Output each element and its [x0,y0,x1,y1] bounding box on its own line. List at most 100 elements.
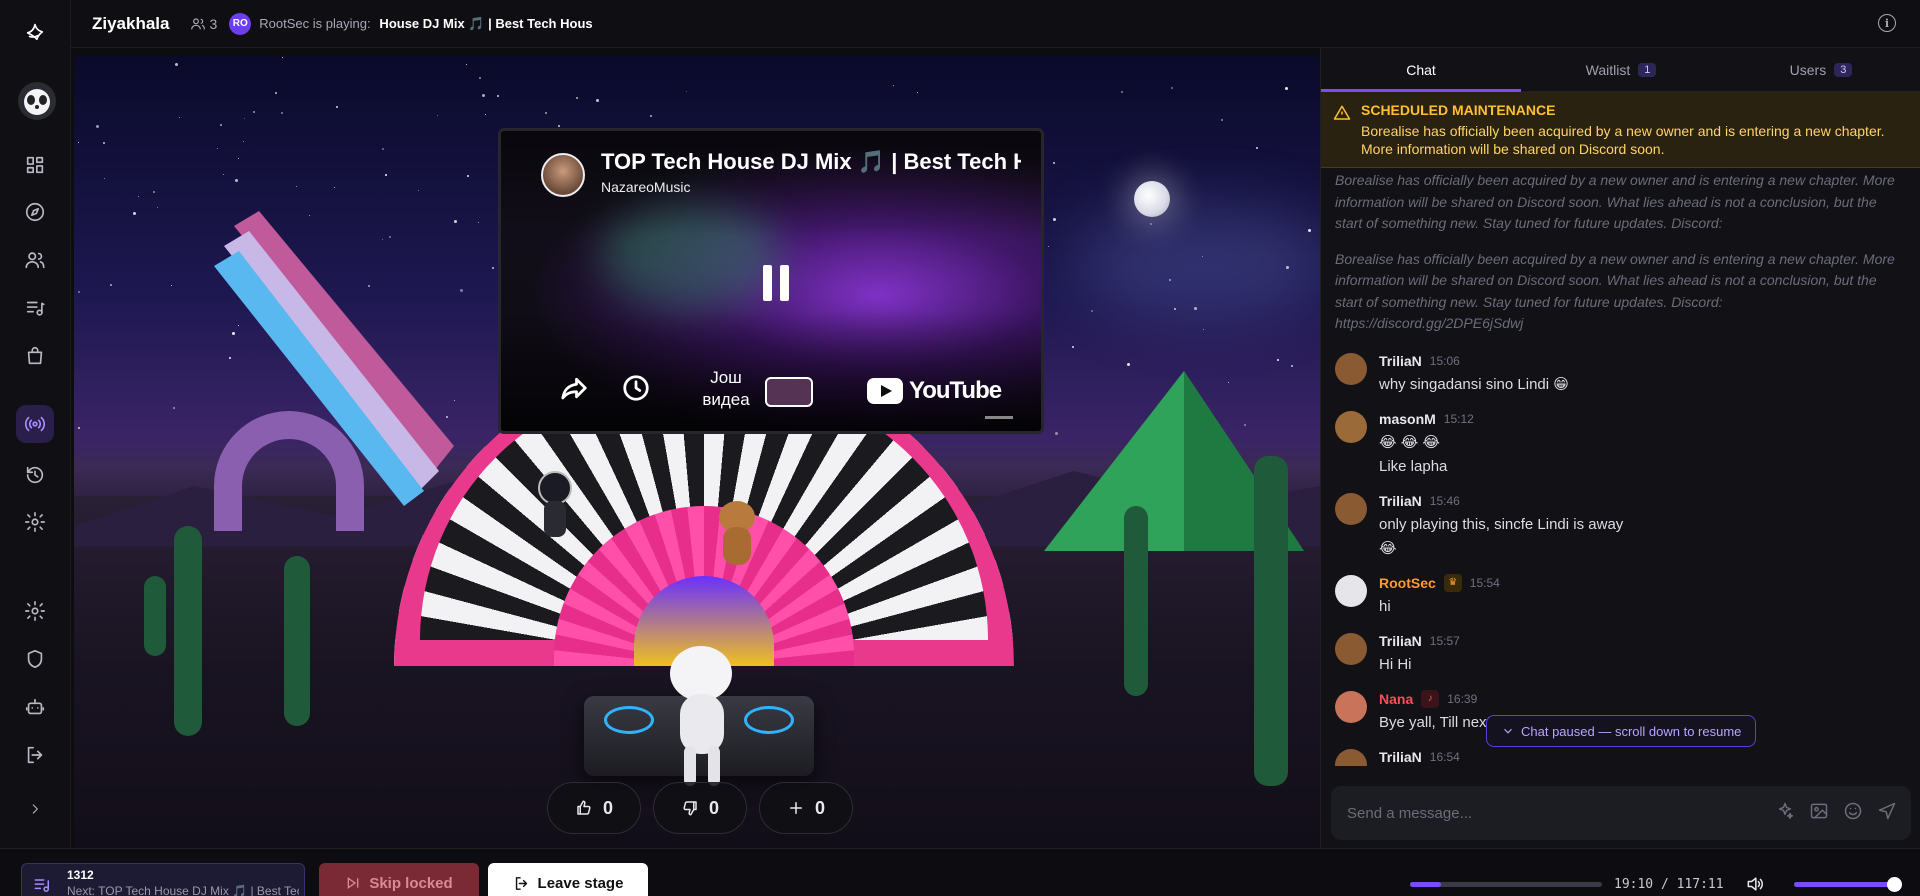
volume-knob[interactable] [1887,877,1902,892]
star [223,174,224,175]
user-avatar[interactable] [18,82,56,120]
bot-icon[interactable] [16,688,54,726]
avatar-emo-girl[interactable] [534,471,574,541]
playback-progress[interactable] [1410,882,1602,887]
chat-username[interactable]: TriliaN [1379,749,1422,765]
skip-icon [347,877,359,889]
watch-later-icon[interactable] [621,373,651,408]
history-icon[interactable] [16,456,54,494]
star [171,285,172,286]
sparkles-icon[interactable] [1775,801,1795,821]
video-title[interactable]: TOP Tech House DJ Mix 🎵 | Best Tech Hous… [601,149,1021,175]
info-icon[interactable]: i [1878,14,1896,32]
chat-username[interactable]: TriliaN [1379,633,1422,649]
tab-users[interactable]: Users 3 [1721,48,1920,91]
tab-chat[interactable]: Chat [1321,48,1521,92]
star [78,427,80,429]
timecode: 19:10 / 117:11 [1614,877,1724,892]
video-player[interactable]: TOP Tech House DJ Mix 🎵 | Best Tech Hous… [498,128,1044,434]
channel-avatar[interactable] [541,153,585,197]
chat-avatar[interactable] [1335,690,1367,723]
grab-button[interactable]: 0 [759,782,853,834]
borealise-logo-icon[interactable] [16,12,54,50]
room-settings-icon[interactable] [16,503,54,541]
chat-username[interactable]: Nana [1379,691,1413,707]
chat-message-meta: TriliaN 15:57 [1379,629,1920,653]
chat-message: RootSec ♛ 15:54 hi [1321,571,1920,619]
live-rooms-icon[interactable] [16,405,54,443]
star [482,94,485,97]
queue-button[interactable]: 1312 Next: TOP Tech House DJ Mix 🎵 | Bes… [21,863,305,896]
star [110,284,112,286]
more-videos-thumbnail[interactable] [765,377,813,407]
left-rail [0,0,71,896]
emoji-icon[interactable] [1843,801,1863,821]
cactus [174,526,202,736]
star [466,64,467,65]
star [385,174,387,176]
image-icon[interactable] [1809,801,1829,821]
chat-message-text: why singadansi sino Lindi 😁 [1379,375,1569,393]
pause-icon[interactable] [761,265,791,301]
youtube-logo[interactable]: YouTube [867,377,1002,405]
star [1127,363,1130,366]
dislike-button[interactable]: 0 [653,782,747,834]
explore-icon[interactable] [16,193,54,231]
dj-avatar[interactable]: RO [229,12,252,35]
chat-avatar[interactable] [1335,410,1367,443]
tab-waitlist[interactable]: Waitlist 1 [1521,48,1721,91]
shop-icon[interactable] [16,337,54,375]
chat-username[interactable]: RootSec [1379,575,1436,591]
skip-button[interactable]: Skip locked [319,863,479,896]
chat-message: TriliaN 15:46 only playing this, sincfe Li… [1321,489,1920,561]
star [1091,310,1093,312]
star [281,112,283,114]
friends-icon[interactable] [16,241,54,279]
stage: TOP Tech House DJ Mix 🎵 | Best Tech Hous… [74,56,1320,848]
vote-bar: 0 0 0 [547,782,853,834]
crown-icon: ♛ [1443,573,1462,592]
avatar-dj[interactable] [662,646,742,786]
avatar-bear[interactable] [714,501,760,565]
chat-avatar[interactable] [1335,632,1367,665]
maintenance-body: Borealise has officially been acquired b… [1361,123,1885,157]
chat-username[interactable]: TriliaN [1379,493,1422,509]
chat-avatar[interactable] [1335,492,1367,525]
chat-username[interactable]: TriliaN [1379,353,1422,369]
leave-stage-button[interactable]: Leave stage [488,863,648,896]
chevron-down-icon [1504,728,1512,734]
message-input[interactable] [1347,804,1747,822]
playlists-icon[interactable] [16,289,54,327]
shield-icon[interactable] [16,640,54,678]
send-icon[interactable] [1877,801,1897,821]
volume-slider[interactable] [1794,877,1902,892]
maintenance-banner: SCHEDULED MAINTENANCE Borealise has offi… [1321,92,1920,168]
top-bar: Ziyakhala 3 RO RootSec is playing: TOP T… [71,0,1920,48]
chat-username[interactable]: masonM [1379,411,1436,427]
star [96,125,99,128]
chat-avatar[interactable] [1335,574,1367,607]
share-icon[interactable] [559,373,589,408]
star [479,77,481,79]
star [103,142,105,144]
listener-count[interactable]: 3 [190,16,217,32]
chat-message-meta: TriliaN 15:46 [1379,489,1920,513]
dashboard-icon[interactable] [16,146,54,184]
chat-avatar[interactable] [1335,352,1367,385]
video-channel[interactable]: NazareoMusic [601,179,690,195]
cactus [284,556,310,726]
logout-icon[interactable] [16,736,54,774]
chat-feed[interactable]: Borealise has officially been acquired b… [1321,168,1920,766]
playback-progress-fill [1410,882,1442,887]
mic-icon: ♪ [1421,689,1440,708]
dislike-count: 0 [708,797,719,818]
expand-sidebar-icon[interactable] [16,790,54,828]
queue-count: 1312 [67,868,94,882]
settings-icon[interactable] [16,592,54,630]
chat-avatar[interactable] [1335,748,1367,766]
volume-icon[interactable] [1745,874,1765,896]
like-button[interactable]: 0 [547,782,641,834]
chat-paused-notice[interactable]: Chat paused — scroll down to resume [1486,715,1757,747]
more-videos-label[interactable]: Још видеа [691,367,761,411]
star [893,85,894,86]
